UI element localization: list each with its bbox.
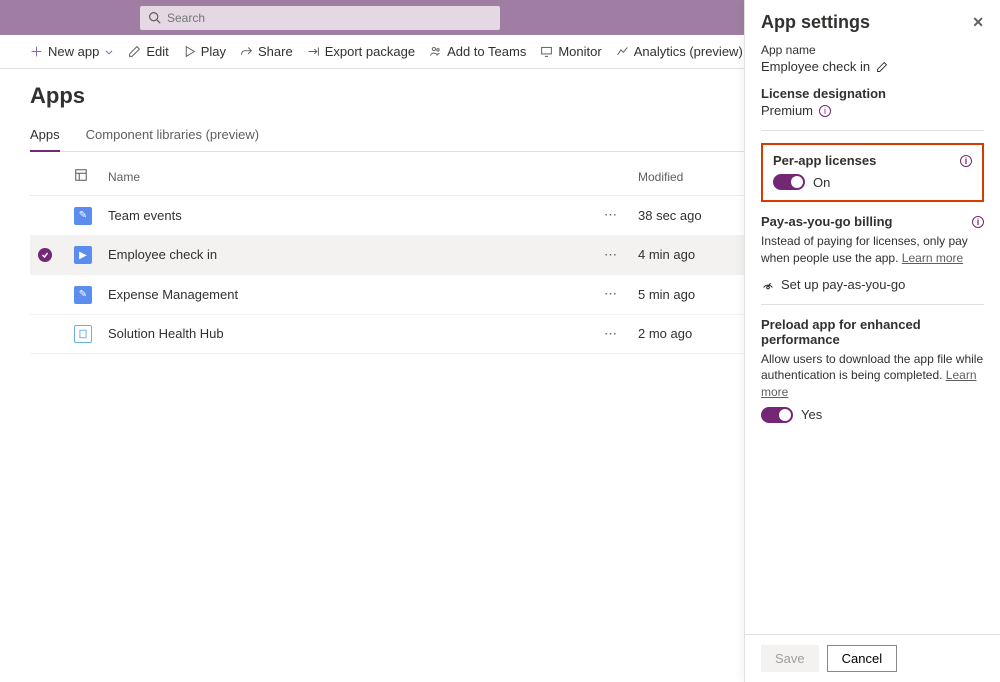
toggle-pill [773,174,805,190]
export-button[interactable]: Export package [307,44,415,59]
info-icon[interactable]: i [819,105,831,117]
toggle-pill [761,407,793,423]
app-icon: ✎ [74,207,92,225]
app-name-value: Employee check in [761,59,984,74]
more-actions-button[interactable]: ⋯ [604,326,618,341]
app-name-cell: Expense Management [100,275,596,315]
info-icon[interactable]: i [972,216,984,228]
add-to-teams-button[interactable]: Add to Teams [429,44,526,59]
layout-icon [74,168,88,182]
setup-payg-link[interactable]: Set up pay-as-you-go [761,277,984,292]
chevron-down-icon [104,47,114,57]
panel-title: App settings ✕ [761,12,984,33]
app-icon [74,325,92,343]
analytics-button[interactable]: Analytics (preview) [616,44,743,59]
export-icon [307,45,320,58]
app-name-cell: Solution Health Hub [100,314,596,353]
share-button[interactable]: Share [240,44,293,59]
panel-footer: Save Cancel [745,634,1000,682]
preload-toggle[interactable]: Yes [761,407,984,423]
license-designation-value: Premium i [761,103,984,118]
meter-icon [761,277,775,291]
search-box[interactable] [140,6,500,30]
more-actions-button[interactable]: ⋯ [604,207,618,222]
col-name[interactable]: Name [100,158,596,196]
more-actions-button[interactable]: ⋯ [604,247,618,262]
play-button[interactable]: Play [183,44,226,59]
info-icon[interactable]: i [960,155,972,167]
payg-learn-more-link[interactable]: Learn more [902,251,963,265]
cancel-button[interactable]: Cancel [827,645,897,672]
pencil-icon [128,45,141,58]
more-actions-button[interactable]: ⋯ [604,286,618,301]
app-name-cell: Employee check in [100,235,596,275]
app-icon: ✎ [74,286,92,304]
chart-icon [616,45,629,58]
edit-button[interactable]: Edit [128,44,168,59]
tab-apps[interactable]: Apps [30,127,60,152]
per-app-licenses-highlight: Per-app licenses i On [761,143,984,202]
plus-icon [30,45,43,58]
payg-description: Instead of paying for licenses, only pay… [761,233,984,267]
preload-label: Preload app for enhanced performance [761,317,984,347]
preload-description: Allow users to download the app file whi… [761,351,984,401]
search-icon [148,11,161,24]
per-app-licenses-toggle[interactable]: On [773,174,972,190]
selected-check-icon [38,248,52,262]
tab-component-libraries[interactable]: Component libraries (preview) [86,127,259,151]
app-name-label: App name [761,43,984,57]
per-app-licenses-label: Per-app licenses i [773,153,972,168]
share-icon [240,45,253,58]
new-app-button[interactable]: New app [30,44,114,59]
icon-column-header[interactable] [66,158,100,196]
monitor-icon [540,45,553,58]
app-name-cell: Team events [100,196,596,236]
play-icon [183,45,196,58]
license-designation-label: License designation [761,86,984,101]
close-panel-button[interactable]: ✕ [972,14,984,31]
app-settings-panel: App settings ✕ App name Employee check i… [744,0,1000,682]
monitor-button[interactable]: Monitor [540,44,601,59]
search-input[interactable] [167,11,492,25]
save-button: Save [761,645,819,672]
teams-icon [429,45,442,58]
pencil-icon[interactable] [876,61,888,73]
app-icon: ▶ [74,246,92,264]
payg-label: Pay-as-you-go billing i [761,214,984,229]
